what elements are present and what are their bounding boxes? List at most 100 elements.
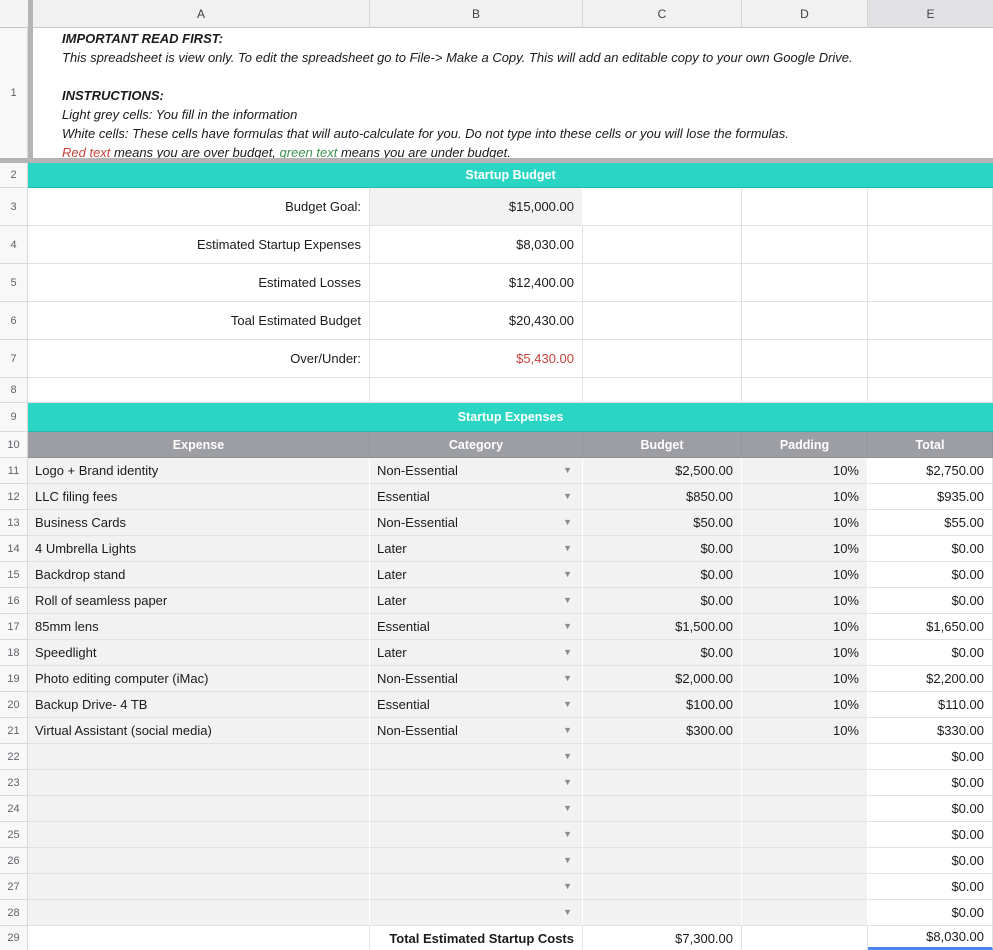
column-header-b[interactable]: B bbox=[370, 0, 583, 28]
padding-cell[interactable] bbox=[742, 900, 868, 926]
padding-cell[interactable]: 10% bbox=[742, 614, 868, 640]
dropdown-arrow-icon[interactable]: ▼ bbox=[563, 700, 572, 709]
row-header[interactable]: 12 bbox=[0, 484, 28, 510]
empty-cell[interactable] bbox=[742, 378, 868, 403]
budget-cell[interactable]: $2,500.00 bbox=[583, 458, 742, 484]
budget-cell[interactable] bbox=[583, 874, 742, 900]
select-all-corner[interactable] bbox=[0, 0, 28, 28]
category-cell[interactable]: Non-Essential▼ bbox=[370, 510, 583, 536]
empty-cell[interactable] bbox=[583, 340, 742, 378]
dropdown-arrow-icon[interactable]: ▼ bbox=[563, 648, 572, 657]
row-header[interactable]: 27 bbox=[0, 874, 28, 900]
category-cell[interactable]: ▼ bbox=[370, 744, 583, 770]
row-header[interactable]: 26 bbox=[0, 848, 28, 874]
empty-cell[interactable] bbox=[868, 264, 993, 302]
row-header[interactable]: 28 bbox=[0, 900, 28, 926]
expense-name-cell[interactable]: Logo + Brand identity bbox=[28, 458, 370, 484]
budget-cell[interactable]: $300.00 bbox=[583, 718, 742, 744]
expense-name-cell[interactable] bbox=[28, 848, 370, 874]
padding-cell[interactable]: 10% bbox=[742, 536, 868, 562]
expense-name-cell[interactable] bbox=[28, 874, 370, 900]
total-cell[interactable]: $0.00 bbox=[868, 900, 993, 926]
category-cell[interactable]: Later▼ bbox=[370, 640, 583, 666]
padding-cell[interactable] bbox=[742, 874, 868, 900]
dropdown-arrow-icon[interactable]: ▼ bbox=[563, 804, 572, 813]
row-header-8[interactable]: 8 bbox=[0, 378, 28, 403]
row-header[interactable]: 15 bbox=[0, 562, 28, 588]
startup-budget-title-cell[interactable]: Startup Budget bbox=[28, 163, 993, 188]
empty-cell[interactable] bbox=[742, 264, 868, 302]
padding-cell[interactable]: 10% bbox=[742, 692, 868, 718]
startup-expenses-title-cell[interactable]: Startup Expenses bbox=[28, 403, 993, 432]
dropdown-arrow-icon[interactable]: ▼ bbox=[563, 674, 572, 683]
empty-cell[interactable] bbox=[868, 340, 993, 378]
budget-cell[interactable] bbox=[583, 770, 742, 796]
total-cell[interactable]: $0.00 bbox=[868, 848, 993, 874]
expense-name-cell[interactable] bbox=[28, 900, 370, 926]
category-cell[interactable]: Later▼ bbox=[370, 536, 583, 562]
row-header[interactable]: 17 bbox=[0, 614, 28, 640]
dropdown-arrow-icon[interactable]: ▼ bbox=[563, 830, 572, 839]
summary-label-cell[interactable]: Estimated Startup Expenses bbox=[28, 226, 370, 264]
expense-name-cell[interactable]: 4 Umbrella Lights bbox=[28, 536, 370, 562]
budget-cell[interactable] bbox=[583, 796, 742, 822]
column-header-e[interactable]: E bbox=[868, 0, 993, 28]
padding-cell[interactable]: 10% bbox=[742, 510, 868, 536]
total-cell[interactable]: $0.00 bbox=[868, 874, 993, 900]
summary-label-cell[interactable]: Estimated Losses bbox=[28, 264, 370, 302]
empty-cell[interactable] bbox=[868, 378, 993, 403]
header-padding[interactable]: Padding bbox=[742, 432, 868, 458]
empty-cell[interactable] bbox=[742, 302, 868, 340]
summary-label-cell[interactable]: Over/Under: bbox=[28, 340, 370, 378]
total-cell[interactable]: $0.00 bbox=[868, 822, 993, 848]
empty-cell[interactable] bbox=[583, 378, 742, 403]
padding-cell[interactable] bbox=[742, 848, 868, 874]
row-header[interactable]: 18 bbox=[0, 640, 28, 666]
padding-cell[interactable]: 10% bbox=[742, 588, 868, 614]
budget-cell[interactable] bbox=[583, 900, 742, 926]
expense-name-cell[interactable]: Photo editing computer (iMac) bbox=[28, 666, 370, 692]
row-header-1[interactable]: 1 bbox=[0, 28, 28, 158]
empty-cell[interactable] bbox=[583, 226, 742, 264]
category-cell[interactable]: Non-Essential▼ bbox=[370, 458, 583, 484]
padding-cell[interactable]: 10% bbox=[742, 484, 868, 510]
total-budget-cell[interactable]: $7,300.00 bbox=[583, 926, 742, 950]
row-header[interactable]: 19 bbox=[0, 666, 28, 692]
category-cell[interactable]: Later▼ bbox=[370, 562, 583, 588]
row-header[interactable]: 11 bbox=[0, 458, 28, 484]
empty-cell[interactable] bbox=[742, 188, 868, 226]
budget-cell[interactable] bbox=[583, 848, 742, 874]
category-cell[interactable]: Non-Essential▼ bbox=[370, 666, 583, 692]
category-cell[interactable]: Essential▼ bbox=[370, 614, 583, 640]
empty-cell[interactable] bbox=[28, 378, 370, 403]
budget-cell[interactable]: $2,000.00 bbox=[583, 666, 742, 692]
padding-cell[interactable] bbox=[742, 822, 868, 848]
dropdown-arrow-icon[interactable]: ▼ bbox=[563, 726, 572, 735]
header-budget[interactable]: Budget bbox=[583, 432, 742, 458]
empty-cell[interactable] bbox=[868, 226, 993, 264]
row-header[interactable]: 20 bbox=[0, 692, 28, 718]
total-cell[interactable]: $0.00 bbox=[868, 796, 993, 822]
padding-cell[interactable] bbox=[742, 770, 868, 796]
dropdown-arrow-icon[interactable]: ▼ bbox=[563, 596, 572, 605]
row-header[interactable]: 4 bbox=[0, 226, 28, 264]
padding-cell[interactable]: 10% bbox=[742, 666, 868, 692]
total-cell[interactable]: $2,750.00 bbox=[868, 458, 993, 484]
row-header-10[interactable]: 10 bbox=[0, 432, 28, 458]
category-cell[interactable]: ▼ bbox=[370, 848, 583, 874]
empty-cell[interactable] bbox=[742, 926, 868, 950]
row-header[interactable]: 25 bbox=[0, 822, 28, 848]
expense-name-cell[interactable]: Virtual Assistant (social media) bbox=[28, 718, 370, 744]
summary-label-cell[interactable]: Toal Estimated Budget bbox=[28, 302, 370, 340]
padding-cell[interactable]: 10% bbox=[742, 640, 868, 666]
total-cell[interactable]: $0.00 bbox=[868, 536, 993, 562]
summary-value-cell[interactable]: $5,430.00 bbox=[370, 340, 583, 378]
header-total[interactable]: Total bbox=[868, 432, 993, 458]
row-header-29[interactable]: 29 bbox=[0, 926, 28, 950]
total-cell[interactable]: $330.00 bbox=[868, 718, 993, 744]
category-cell[interactable]: ▼ bbox=[370, 770, 583, 796]
expense-name-cell[interactable] bbox=[28, 822, 370, 848]
summary-label-cell[interactable]: Budget Goal: bbox=[28, 188, 370, 226]
expense-name-cell[interactable]: Speedlight bbox=[28, 640, 370, 666]
header-category[interactable]: Category bbox=[370, 432, 583, 458]
